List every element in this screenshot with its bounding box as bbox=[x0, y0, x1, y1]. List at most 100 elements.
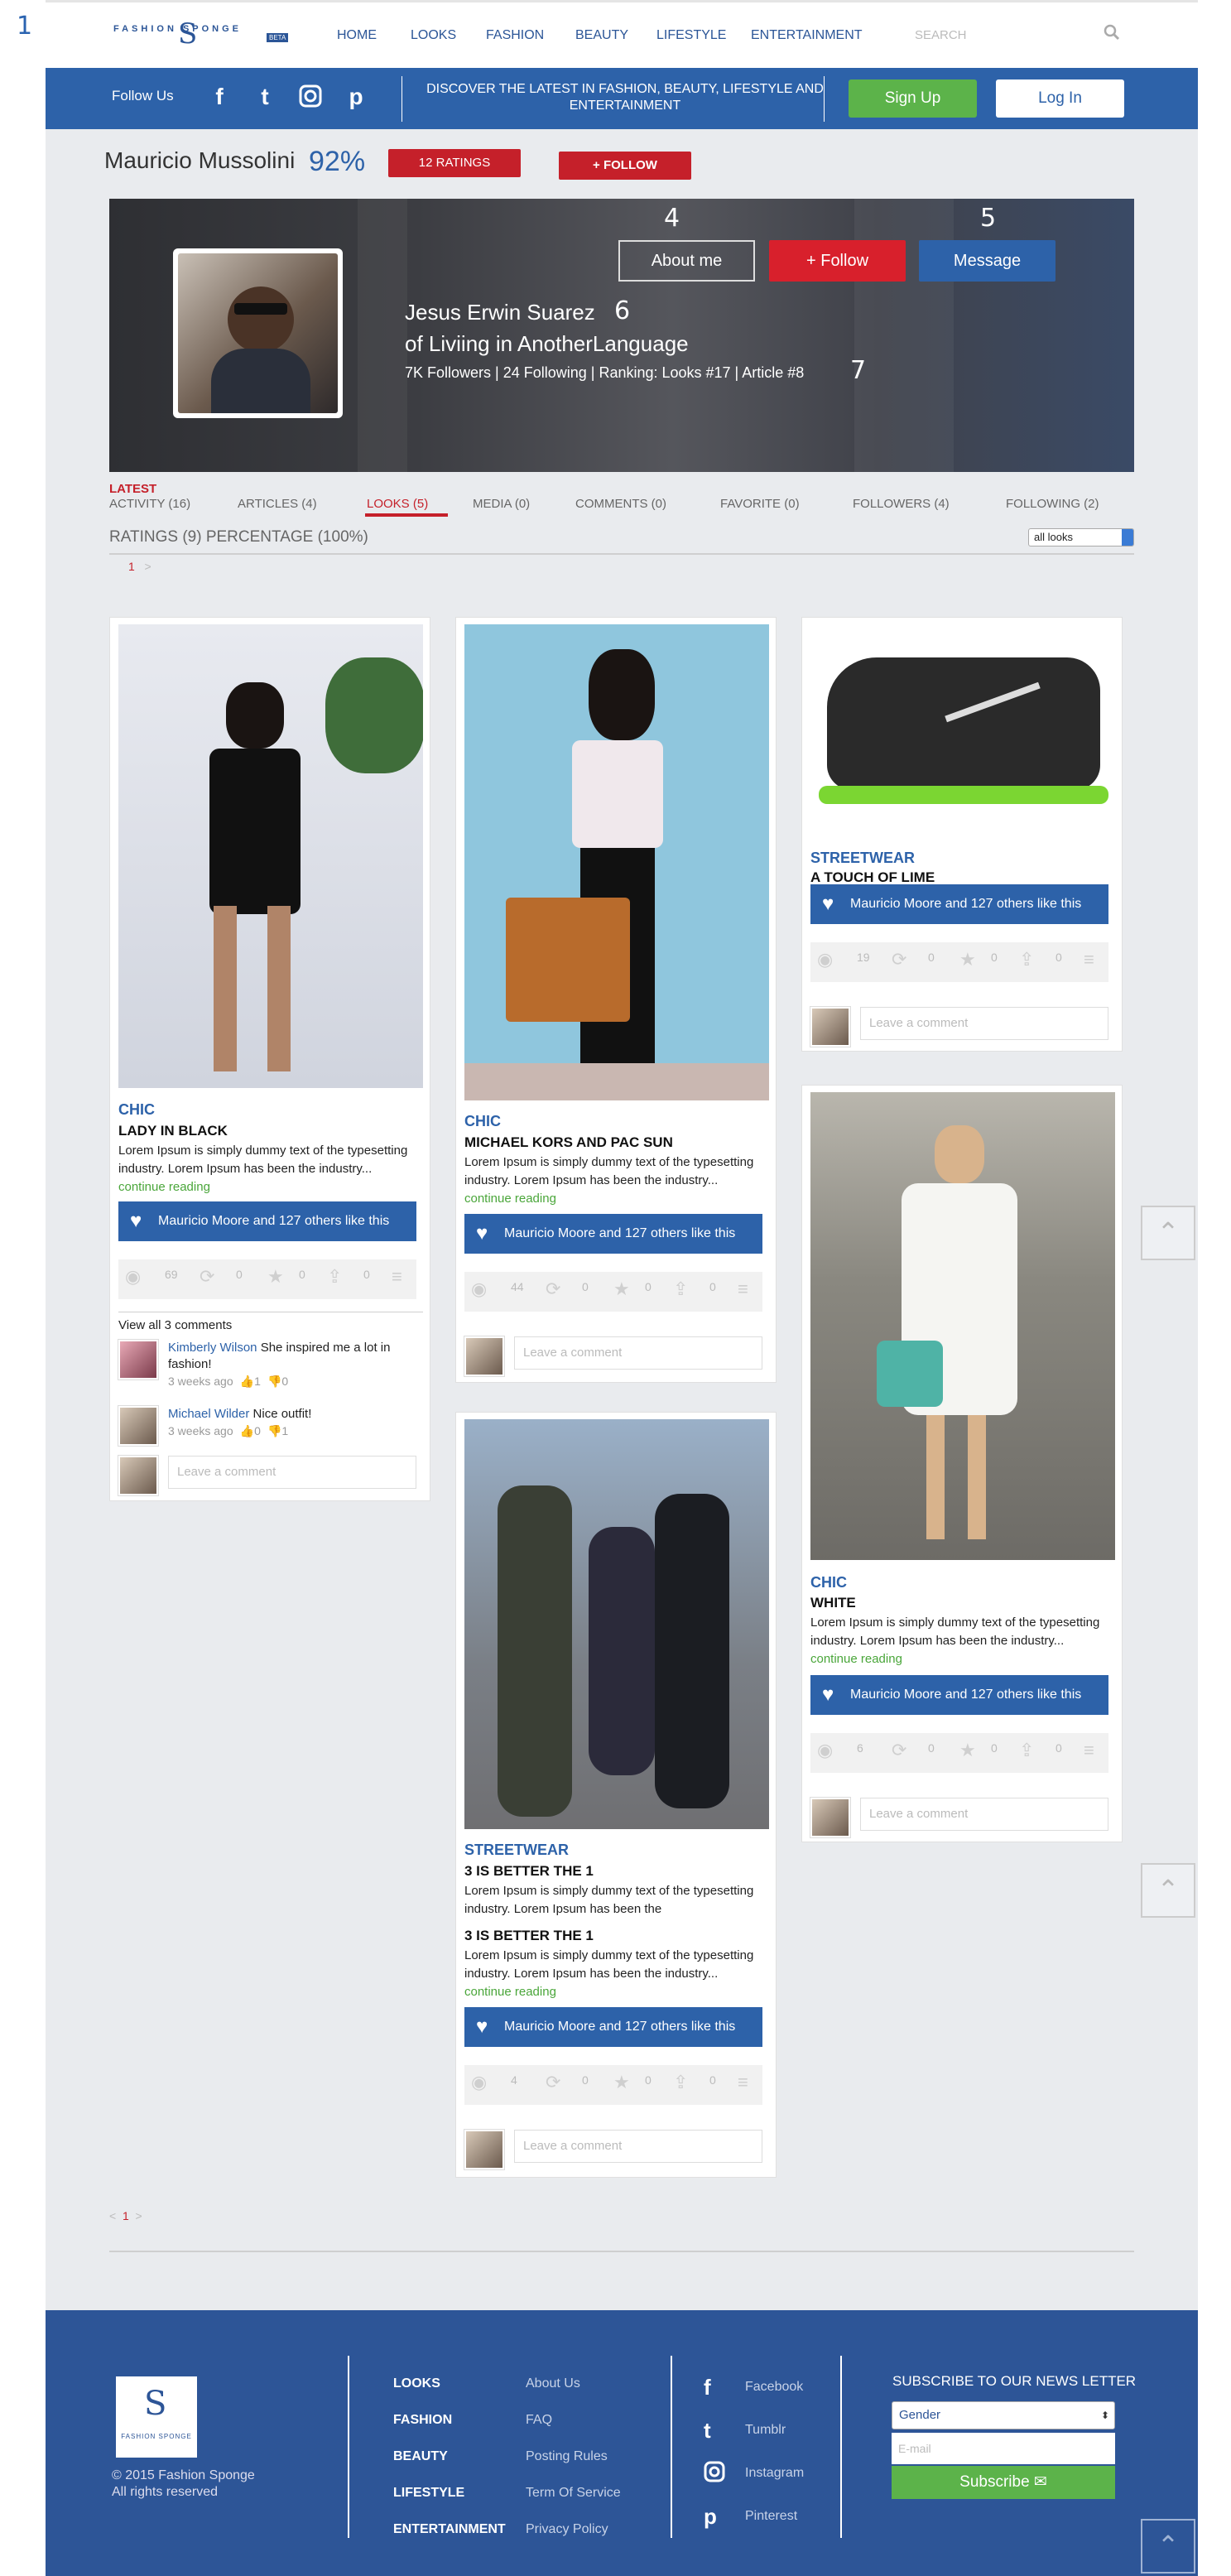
thumbs-down-icon[interactable]: 👎 bbox=[264, 1375, 281, 1388]
page-next[interactable]: > bbox=[144, 560, 151, 573]
comment-input[interactable]: Leave a comment bbox=[168, 1456, 416, 1489]
page-next[interactable]: > bbox=[136, 2209, 142, 2222]
likes-bar[interactable]: ♥ Mauricio Moore and 127 others like this bbox=[464, 2007, 762, 2047]
page-current[interactable]: 1 bbox=[123, 2209, 129, 2222]
look-photo[interactable] bbox=[810, 1092, 1115, 1560]
instagram-icon[interactable] bbox=[298, 84, 323, 109]
eye-icon[interactable]: ◉ bbox=[817, 1741, 833, 1760]
share-icon[interactable]: ⇪ bbox=[673, 1280, 688, 1298]
look-title[interactable]: LADY IN BLACK bbox=[118, 1123, 228, 1139]
gender-select[interactable]: Gender ⬍ bbox=[892, 2401, 1115, 2429]
eye-icon[interactable]: ◉ bbox=[817, 951, 833, 969]
star-icon[interactable]: ★ bbox=[959, 1741, 976, 1760]
look-category[interactable]: STREETWEAR bbox=[810, 850, 915, 867]
repost-icon[interactable]: ⟳ bbox=[546, 1280, 560, 1298]
instagram-icon[interactable] bbox=[704, 2461, 725, 2488]
pinterest-icon[interactable]: p bbox=[344, 84, 368, 109]
share-icon[interactable]: ⇪ bbox=[1019, 951, 1034, 969]
scroll-top-button[interactable]: ⌃ bbox=[1141, 2519, 1195, 2574]
search-input[interactable]: SEARCH bbox=[915, 28, 967, 42]
comment-input[interactable]: Leave a comment bbox=[514, 1336, 762, 1370]
look-title[interactable]: MICHAEL KORS AND PAC SUN bbox=[464, 1134, 673, 1151]
share-icon[interactable]: ⇪ bbox=[327, 1268, 342, 1286]
footer-cat-looks[interactable]: LOOKS bbox=[393, 2376, 440, 2391]
commenter-avatar[interactable] bbox=[118, 1340, 158, 1379]
tumblr-icon[interactable]: t bbox=[704, 2418, 711, 2444]
look-photo[interactable] bbox=[810, 624, 1115, 840]
footer-pinterest[interactable]: Pinterest bbox=[745, 2509, 797, 2524]
look-title[interactable]: 3 IS BETTER THE 1 bbox=[464, 1863, 594, 1880]
nav-beauty[interactable]: BEAUTY bbox=[575, 28, 628, 43]
pinterest-icon[interactable]: p bbox=[704, 2504, 717, 2530]
thumbs-up-icon[interactable]: 👍 bbox=[237, 1375, 254, 1388]
nav-entertainment[interactable]: ENTERTAINMENT bbox=[751, 28, 863, 43]
look-category[interactable]: STREETWEAR bbox=[464, 1842, 569, 1859]
login-button[interactable]: Log In bbox=[996, 79, 1124, 118]
view-all-comments-link[interactable]: View all 3 comments bbox=[118, 1318, 232, 1332]
look-title[interactable]: A TOUCH OF LIME bbox=[810, 869, 935, 886]
message-button[interactable]: Message bbox=[919, 240, 1055, 282]
tab-articles[interactable]: ARTICLES (4) bbox=[238, 497, 317, 511]
share-icon[interactable]: ⇪ bbox=[673, 2073, 688, 2092]
email-field[interactable]: E-mail bbox=[892, 2433, 1115, 2464]
eye-icon[interactable]: ◉ bbox=[471, 2073, 487, 2092]
eye-icon[interactable]: ◉ bbox=[471, 1280, 487, 1298]
commenter-name[interactable]: Michael Wilder bbox=[168, 1407, 249, 1421]
comment-input[interactable]: Leave a comment bbox=[860, 1798, 1108, 1831]
share-icon[interactable]: ⇪ bbox=[1019, 1741, 1034, 1760]
thumbs-down-icon[interactable]: 👎 bbox=[264, 1424, 281, 1437]
menu-icon[interactable]: ≡ bbox=[1084, 1741, 1094, 1760]
continue-reading-link[interactable]: continue reading bbox=[810, 1652, 902, 1666]
tab-comments[interactable]: COMMENTS (0) bbox=[575, 497, 666, 511]
tab-following[interactable]: FOLLOWING (2) bbox=[1006, 497, 1099, 511]
page-current[interactable]: 1 bbox=[128, 560, 135, 573]
subscribe-button[interactable]: Subscribe ✉ bbox=[892, 2466, 1115, 2499]
search-icon[interactable] bbox=[1104, 24, 1120, 41]
repost-icon[interactable]: ⟳ bbox=[546, 2073, 560, 2092]
continue-reading-link[interactable]: continue reading bbox=[464, 1985, 556, 1999]
menu-icon[interactable]: ≡ bbox=[738, 2073, 748, 2092]
profile-avatar[interactable] bbox=[173, 248, 343, 418]
look-title-repeat[interactable]: 3 IS BETTER THE 1 bbox=[464, 1928, 594, 1944]
look-photo[interactable] bbox=[118, 624, 423, 1088]
facebook-icon[interactable]: f bbox=[207, 84, 232, 109]
comment-input[interactable]: Leave a comment bbox=[860, 1007, 1108, 1040]
tab-activity[interactable]: ACTIVITY (16) bbox=[109, 497, 190, 511]
footer-instagram[interactable]: Instagram bbox=[745, 2466, 804, 2481]
scroll-top-button[interactable]: ⌃ bbox=[1141, 1863, 1195, 1918]
commenter-avatar[interactable] bbox=[118, 1406, 158, 1446]
look-category[interactable]: CHIC bbox=[810, 1574, 847, 1591]
likes-bar[interactable]: ♥ Mauricio Moore and 127 others like this bbox=[810, 884, 1108, 924]
look-title[interactable]: WHITE bbox=[810, 1595, 856, 1611]
look-category[interactable]: CHIC bbox=[464, 1113, 501, 1130]
footer-cat-fashion[interactable]: FASHION bbox=[393, 2413, 452, 2428]
footer-link-privacy[interactable]: Privacy Policy bbox=[526, 2522, 608, 2537]
likes-bar[interactable]: ♥ Mauricio Moore and 127 others like this bbox=[464, 1214, 762, 1254]
commenter-name[interactable]: Kimberly Wilson bbox=[168, 1341, 257, 1355]
nav-lifestyle[interactable]: LIFESTYLE bbox=[656, 28, 726, 43]
scroll-top-button[interactable]: ⌃ bbox=[1141, 1206, 1195, 1260]
tumblr-icon[interactable]: t bbox=[252, 84, 277, 109]
footer-cat-entertainment[interactable]: ENTERTAINMENT bbox=[393, 2522, 506, 2537]
nav-home[interactable]: HOME bbox=[337, 28, 377, 43]
footer-link-terms[interactable]: Term Of Service bbox=[526, 2486, 621, 2501]
eye-icon[interactable]: ◉ bbox=[125, 1268, 141, 1286]
comment-input[interactable]: Leave a comment bbox=[514, 2130, 762, 2163]
look-category[interactable]: CHIC bbox=[118, 1101, 155, 1119]
look-photo[interactable] bbox=[464, 1419, 769, 1829]
tab-favorite[interactable]: FAVORITE (0) bbox=[720, 497, 800, 511]
footer-link-about[interactable]: About Us bbox=[526, 2376, 580, 2391]
star-icon[interactable]: ★ bbox=[267, 1268, 284, 1286]
follow-user-button[interactable]: + FOLLOW bbox=[559, 152, 691, 180]
tab-followers[interactable]: FOLLOWERS (4) bbox=[853, 497, 950, 511]
repost-icon[interactable]: ⟳ bbox=[892, 1741, 906, 1760]
repost-icon[interactable]: ⟳ bbox=[892, 951, 906, 969]
star-icon[interactable]: ★ bbox=[959, 951, 976, 969]
tab-media[interactable]: MEDIA (0) bbox=[473, 497, 530, 511]
menu-icon[interactable]: ≡ bbox=[392, 1268, 402, 1286]
footer-logo[interactable]: S FASHION SPONGE bbox=[116, 2376, 197, 2458]
follow-button[interactable]: + Follow bbox=[769, 240, 906, 282]
signup-button[interactable]: Sign Up bbox=[849, 79, 977, 118]
footer-link-faq[interactable]: FAQ bbox=[526, 2413, 552, 2428]
repost-icon[interactable]: ⟳ bbox=[200, 1268, 214, 1286]
